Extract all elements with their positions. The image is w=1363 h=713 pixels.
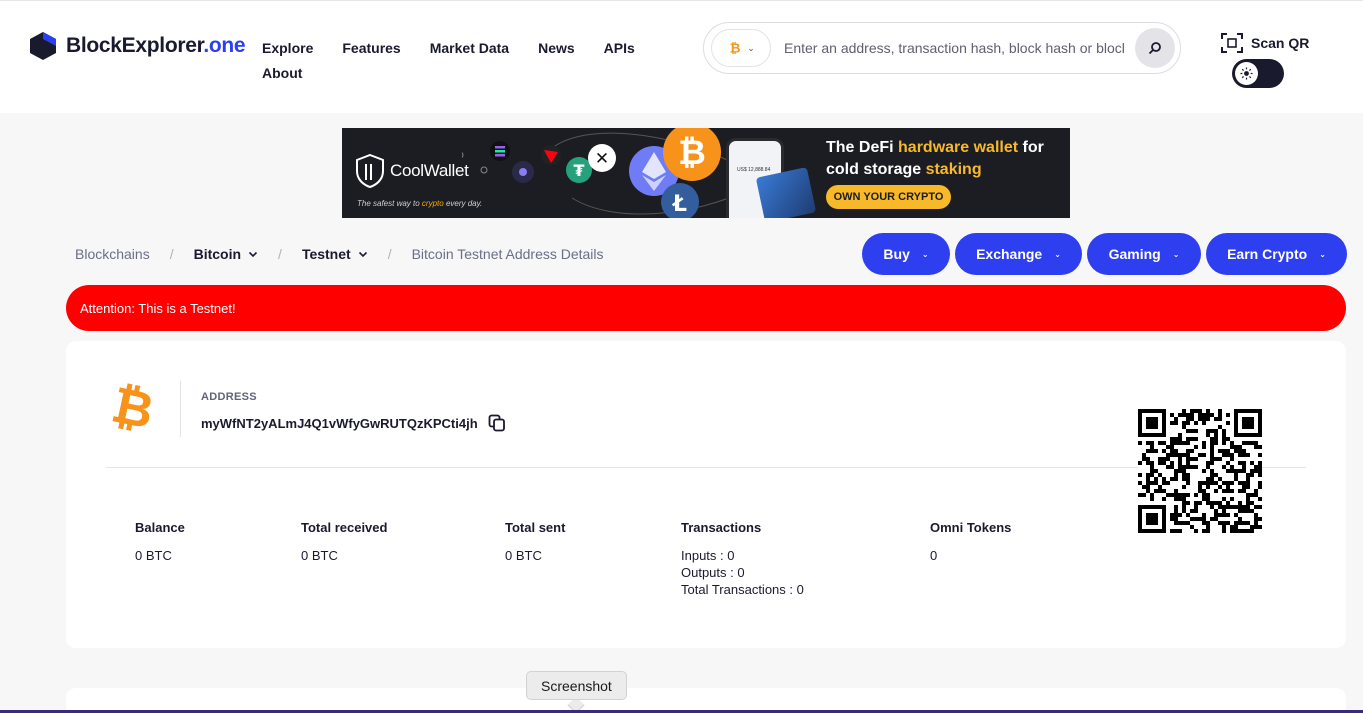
nav-explore[interactable]: Explore <box>262 39 313 57</box>
stat-total-received: Total received 0 BTC <box>301 520 387 564</box>
stat-label: Transactions <box>681 520 762 535</box>
breadcrumb-separator: / <box>387 246 392 262</box>
breadcrumb-separator: / <box>169 246 174 262</box>
qr-scan-icon <box>1221 33 1243 53</box>
copy-icon[interactable] <box>488 414 506 432</box>
coolwallet-name: CoolWallet <box>390 161 469 180</box>
nav-apis[interactable]: APIs <box>604 39 635 57</box>
chevron-down-icon: ⌄ <box>1172 249 1180 259</box>
stat-total-sent: Total sent 0 BTC <box>505 520 565 564</box>
nav-features[interactable]: Features <box>342 39 400 57</box>
stat-value: 0 BTC <box>135 548 172 563</box>
coolwallet-logo: CoolWallet <box>356 154 469 188</box>
bitcoin-icon: ₿ <box>730 42 741 56</box>
search-bar: ₿ ⌄ <box>703 22 1181 74</box>
hexagon-logo-icon <box>30 32 56 60</box>
site-logo[interactable]: BlockExplorer.one <box>28 31 246 61</box>
svg-text:✕: ✕ <box>595 149 609 169</box>
svg-text:₮: ₮ <box>573 161 584 180</box>
breadcrumb-blockchains[interactable]: Blockchains <box>75 246 150 262</box>
chevron-down-icon <box>358 251 367 258</box>
search-button[interactable] <box>1135 28 1175 68</box>
horizontal-divider <box>106 467 1306 468</box>
breadcrumb: Blockchains / Bitcoin / Testnet / Bitcoi… <box>75 246 604 262</box>
screenshot-tooltip: Screenshot <box>526 671 627 700</box>
stat-value: 0 BTC <box>505 548 542 563</box>
stat-inputs: Inputs : 0 <box>681 548 735 563</box>
svg-text:₿: ₿ <box>730 42 741 56</box>
breadcrumb-separator: / <box>278 246 282 262</box>
bitcoin-logo-icon: ₿ <box>111 379 155 435</box>
stat-value: 0 BTC <box>301 548 338 563</box>
coolwallet-ad-banner[interactable]: CoolWallet The safest way to crypto ever… <box>342 128 1070 218</box>
logo-text: BlockExplorer.one <box>66 34 246 57</box>
svg-text:Ł: Ł <box>672 192 687 217</box>
address-details-card: ₿ ADDRESS myWfNT2yALmJ4Q1vWfyGwRUTQzKPCt… <box>66 341 1346 648</box>
nav-market-data[interactable]: Market Data <box>430 39 509 57</box>
address-value[interactable]: myWfNT2yALmJ4Q1vWfyGwRUTQzKPCti4jh <box>201 416 478 431</box>
nav-news[interactable]: News <box>538 39 575 57</box>
search-input[interactable] <box>784 33 1124 63</box>
chevron-down-icon: ⌄ <box>1319 249 1326 259</box>
breadcrumb-network-dropdown[interactable]: Testnet <box>302 246 368 262</box>
crypto-coins-graphic: ₮ ✕ ₿ Ł <box>462 128 753 218</box>
svg-text:₿: ₿ <box>678 133 706 173</box>
chevron-down-icon: ⌄ <box>747 42 755 53</box>
scan-qr-button[interactable]: Scan QR <box>1221 32 1309 54</box>
stat-value: 0 <box>930 548 938 563</box>
stat-transactions: Transactions Inputs : 0 Outputs : 0 Tota… <box>681 520 804 598</box>
address-value-row: myWfNT2yALmJ4Q1vWfyGwRUTQzKPCti4jh <box>201 414 506 432</box>
stat-balance: Balance 0 BTC <box>135 520 185 564</box>
svg-text:₿: ₿ <box>111 379 155 435</box>
stat-omni-tokens: Omni Tokens 0 <box>930 520 1011 564</box>
stat-total-transactions: Total Transactions : 0 <box>681 582 804 597</box>
coin-selector[interactable]: ₿ ⌄ <box>711 29 771 67</box>
scan-qr-label: Scan QR <box>1251 35 1310 51</box>
stat-label: Total received <box>301 520 388 535</box>
stat-outputs: Outputs : 0 <box>681 565 745 580</box>
chevron-down-icon: ⌄ <box>1054 249 1061 259</box>
cta-button-group: Buy ⌄ Exchange ⌄ Gaming ⌄ Earn Crypto ⌄ <box>862 233 1347 275</box>
vertical-divider <box>180 381 181 437</box>
gaming-button[interactable]: Gaming ⌄ <box>1087 233 1201 275</box>
breadcrumb-current: Bitcoin Testnet Address Details <box>411 246 604 262</box>
search-icon <box>1148 42 1161 55</box>
ad-cta-button[interactable]: OWN YOUR CRYPTO <box>826 185 951 209</box>
earn-crypto-button[interactable]: Earn Crypto ⌄ <box>1206 233 1347 275</box>
chevron-down-icon: ⌄ <box>921 249 929 259</box>
address-label: ADDRESS <box>201 391 257 403</box>
buy-button[interactable]: Buy ⌄ <box>862 233 950 275</box>
site-header: BlockExplorer.one Explore Features Marke… <box>0 0 1363 113</box>
main-nav: Explore Features Market Data News APIs A… <box>262 39 662 82</box>
address-qr-code[interactable] <box>1138 409 1262 533</box>
ad-headline: The DeFi hardware wallet for cold storag… <box>826 139 1044 178</box>
stat-label: Omni Tokens <box>930 520 1012 535</box>
shield-icon <box>356 154 384 188</box>
phone-amount: US$ 12,888.84 <box>737 167 771 173</box>
sun-icon <box>1235 62 1258 85</box>
theme-toggle[interactable] <box>1232 59 1284 88</box>
stat-label: Balance <box>135 520 185 535</box>
breadcrumb-chain-dropdown[interactable]: Bitcoin <box>194 246 258 262</box>
exchange-button[interactable]: Exchange ⌄ <box>955 233 1082 275</box>
stat-label: Total sent <box>505 520 566 535</box>
nav-about[interactable]: About <box>262 64 302 82</box>
testnet-alert: Attention: This is a Testnet! <box>66 285 1346 331</box>
chevron-down-icon <box>248 251 258 258</box>
